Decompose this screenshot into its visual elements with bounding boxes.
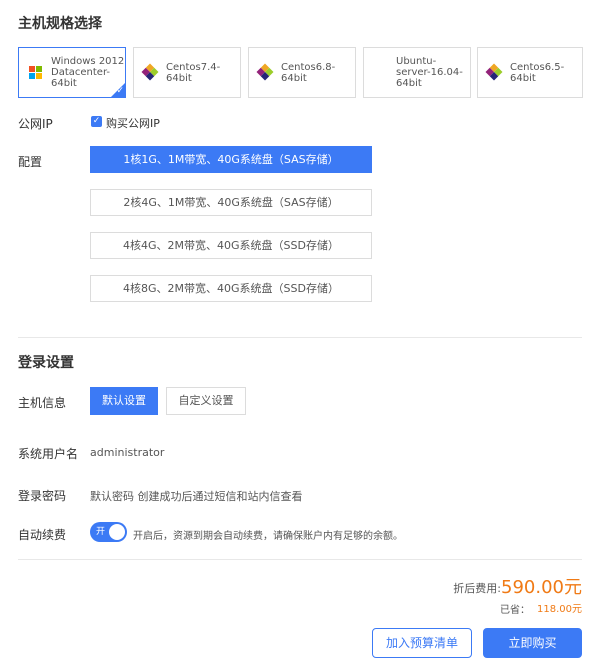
os-option-label: Centos7.4-64bit (166, 61, 221, 84)
section-divider (18, 559, 582, 560)
toggle-knob (109, 524, 125, 540)
saved-label: 已省： (500, 605, 530, 616)
login-settings-title: 登录设置 (18, 355, 74, 371)
centos-icon (485, 63, 503, 80)
password-label: 登录密码 (18, 489, 67, 503)
config-option[interactable]: 4核4G、2M带宽、40G系统盘（SSD存储） (90, 232, 372, 259)
default-setting-button[interactable]: 默认设置 (90, 387, 158, 415)
os-option-centos65[interactable]: Centos6.5-64bit (477, 47, 583, 98)
centos-icon (256, 63, 274, 80)
auto-renew-toggle[interactable]: 开 (90, 522, 127, 542)
buy-now-button[interactable]: 立即购买 (483, 628, 582, 658)
host-info-label: 主机信息 (18, 396, 67, 410)
config-label: 配置 (18, 155, 43, 169)
os-option-label: Centos6.8-64bit (281, 61, 336, 84)
public-ip-label: 公网IP (18, 117, 53, 131)
toggle-on-text: 开 (96, 527, 106, 537)
config-option[interactable]: 2核4G、1M带宽、40G系统盘（SAS存储） (90, 189, 372, 216)
auto-renew-description: 开启后，资源到期会自动续费，请确保账户内有足够的余额。 (133, 531, 403, 542)
public-ip-checkbox[interactable]: ✓ (91, 116, 102, 127)
host-spec-title: 主机规格选择 (18, 16, 102, 32)
section-divider (18, 337, 582, 338)
custom-setting-button[interactable]: 自定义设置 (166, 387, 246, 415)
ubuntu-icon (374, 66, 388, 80)
discount-price-value: 590.00元 (501, 577, 582, 598)
config-option[interactable]: 4核8G、2M带宽、40G系统盘（SSD存储） (90, 275, 372, 302)
windows-icon (29, 65, 43, 80)
config-option[interactable]: 1核1G、1M带宽、40G系统盘（SAS存储） (90, 146, 372, 173)
username-value: administrator (90, 446, 165, 459)
os-option-ubuntu[interactable]: Ubuntu-server-16.04-64bit (363, 47, 471, 98)
check-icon: ✓ (116, 86, 124, 96)
centos-icon (141, 63, 159, 80)
password-value: 默认密码 创建成功后通过短信和站内信查看 (90, 490, 303, 503)
saved-value: 118.00元 (537, 604, 582, 615)
add-to-budget-list-button[interactable]: 加入预算清单 (372, 628, 472, 658)
public-ip-checkbox-label[interactable]: 购买公网IP (106, 115, 160, 131)
os-option-centos68[interactable]: Centos6.8-64bit (248, 47, 356, 98)
os-option-label: Centos6.5-64bit (510, 61, 565, 84)
username-label: 系统用户名 (18, 447, 79, 461)
os-option-centos74[interactable]: Centos7.4-64bit (133, 47, 241, 98)
os-option-windows[interactable]: Windows 2012 Datacenter-64bit ✓ (18, 47, 126, 98)
os-option-label: Ubuntu-server-16.04-64bit (396, 56, 463, 89)
auto-renew-label: 自动续费 (18, 528, 67, 542)
discount-price-label: 折后费用: (453, 582, 501, 595)
